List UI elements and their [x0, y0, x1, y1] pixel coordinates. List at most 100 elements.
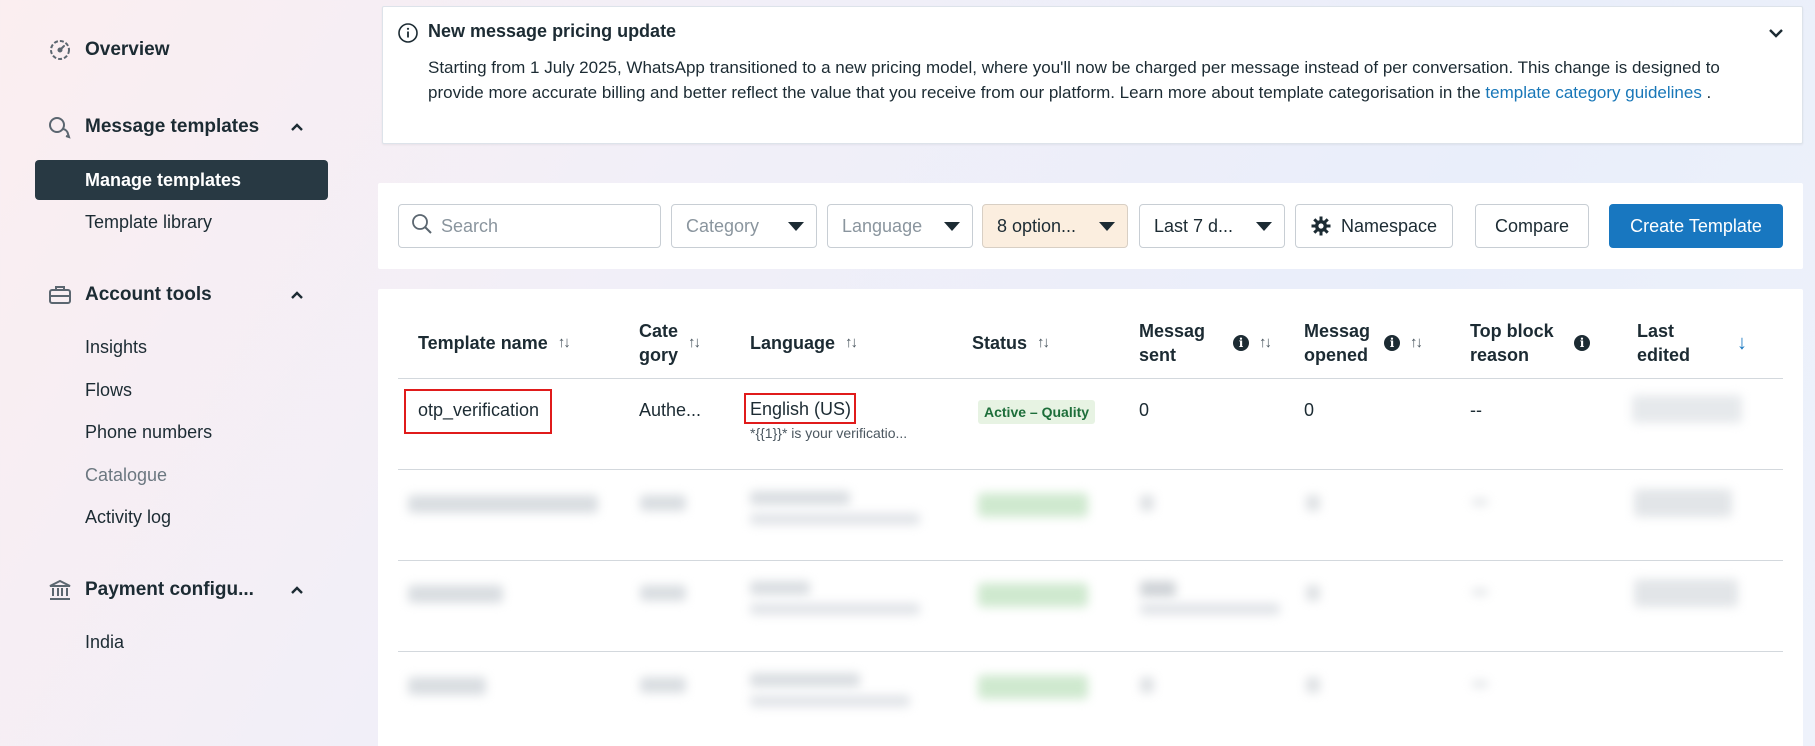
blurred-cell — [1306, 677, 1320, 693]
language-dropdown-label: Language — [842, 215, 923, 236]
date-range-dropdown[interactable]: Last 7 d... — [1139, 204, 1285, 248]
col-category[interactable]: Cate gory ↑↓ — [639, 319, 701, 367]
info-icon — [397, 22, 419, 44]
col-messages-opened-label: Messag opened — [1304, 319, 1370, 367]
template-name-cell[interactable]: otp_verification — [418, 400, 539, 421]
chevron-up-icon[interactable] — [287, 285, 307, 305]
pricing-update-banner: New message pricing update Starting from… — [382, 6, 1803, 144]
sort-icon[interactable]: ↑↓ — [558, 331, 571, 355]
sort-icon[interactable]: ↑↓ — [688, 331, 701, 355]
col-messages-opened[interactable]: Messag opened i ↑↓ — [1304, 319, 1423, 367]
col-top-block-reason-label-line1: Top block — [1470, 321, 1554, 341]
sidebar-item-catalogue-label: Catalogue — [85, 464, 168, 485]
messages-sent-cell: 0 — [1139, 400, 1150, 420]
compare-label: Compare — [1494, 215, 1570, 236]
blurred-cell — [978, 675, 1088, 699]
blurred-cell — [978, 583, 1088, 607]
col-category-label: Cate gory — [639, 319, 678, 367]
date-range-label: Last 7 d... — [1154, 215, 1234, 236]
info-icon[interactable]: i — [1574, 335, 1590, 351]
col-top-block-reason[interactable]: Top block reason i — [1470, 319, 1590, 367]
nav-account-tools[interactable]: Account tools — [47, 279, 307, 311]
blurred-cell — [408, 585, 503, 603]
caret-down-icon — [788, 222, 804, 231]
col-top-block-reason-label-line2: reason — [1470, 345, 1530, 365]
header-divider — [398, 378, 1783, 379]
nav-payment-config[interactable]: Payment configu... — [47, 574, 307, 606]
nav-overview-label: Overview — [85, 39, 170, 60]
sort-icon[interactable]: ↑↓ — [1037, 331, 1050, 355]
col-language[interactable]: Language ↑↓ — [750, 331, 858, 355]
sidebar-item-activity-log-label: Activity log — [85, 506, 172, 527]
banner-text-end: . — [1701, 83, 1712, 102]
sidebar-item-catalogue[interactable]: Catalogue — [85, 460, 167, 490]
sidebar-item-flows[interactable]: Flows — [85, 375, 132, 405]
sort-icon[interactable]: ↑↓ — [1259, 331, 1272, 355]
blurred-cell — [640, 585, 686, 601]
sidebar-item-insights[interactable]: Insights — [85, 332, 147, 362]
col-messages-sent-label: Messag sent — [1139, 319, 1219, 367]
blurred-cell — [1306, 585, 1320, 601]
nav-message-templates[interactable]: Message templates — [47, 111, 307, 143]
col-status[interactable]: Status ↑↓ — [972, 331, 1050, 355]
col-template-name[interactable]: Template name ↑↓ — [418, 331, 571, 355]
language-dropdown[interactable]: Language — [827, 204, 973, 248]
blurred-cell — [750, 603, 920, 615]
col-category-label-line2: gory — [639, 345, 679, 365]
chat-bubbles-icon — [47, 114, 73, 140]
sort-icon[interactable]: ↑↓ — [845, 331, 858, 355]
caret-down-icon — [944, 222, 960, 231]
sort-icon[interactable]: ↑↓ — [1410, 331, 1423, 355]
col-last-edited-label-line1: Last — [1637, 321, 1675, 341]
sidebar-item-template-library-label: Template library — [85, 211, 213, 232]
nav-overview[interactable]: Overview — [47, 34, 307, 66]
sidebar-item-template-library[interactable]: Template library — [85, 207, 212, 237]
search-input[interactable] — [441, 215, 651, 237]
sidebar-item-manage-templates-label: Manage templates — [85, 169, 242, 190]
blurred-cell — [1472, 589, 1488, 595]
sidebar-item-activity-log[interactable]: Activity log — [85, 502, 171, 532]
search-icon — [411, 213, 433, 240]
blurred-cell — [1140, 581, 1176, 597]
arrow-down-icon[interactable]: ↓ — [1737, 331, 1747, 355]
col-messages-sent[interactable]: Messag sent i ↑↓ — [1139, 319, 1272, 367]
row-divider — [398, 651, 1783, 652]
category-dropdown-label: Category — [686, 215, 760, 236]
sidebar-item-manage-templates[interactable]: Manage templates — [35, 160, 328, 200]
blurred-cell — [1634, 489, 1732, 517]
chevron-up-icon[interactable] — [287, 117, 307, 137]
blurred-cell — [750, 491, 850, 505]
category-dropdown[interactable]: Category — [671, 204, 817, 248]
sidebar-item-india-label: India — [85, 631, 125, 652]
nav-payment-config-label: Payment configu... — [85, 579, 254, 600]
sidebar-item-phone-numbers[interactable]: Phone numbers — [85, 417, 212, 447]
caret-down-icon — [1256, 222, 1272, 231]
sidebar-item-india[interactable]: India — [85, 627, 124, 657]
namespace-label: Namespace — [1340, 215, 1438, 236]
info-icon[interactable]: i — [1384, 335, 1400, 351]
create-template-button[interactable]: Create Template — [1609, 204, 1783, 248]
template-category-guidelines-link[interactable]: template category guidelines — [1485, 83, 1701, 102]
template-preview: *{{1}}* is your verificatio... — [750, 425, 908, 441]
info-icon[interactable]: i — [1233, 335, 1249, 351]
status-options-dropdown[interactable]: 8 option... — [982, 204, 1128, 248]
col-status-label: Status — [972, 333, 1028, 353]
blurred-cell — [408, 677, 486, 695]
blurred-cell — [408, 495, 598, 513]
language-cell: English (US) — [750, 399, 852, 419]
blurred-cell — [1472, 681, 1488, 687]
create-template-label: Create Template — [1630, 215, 1762, 236]
col-template-name-label: Template name — [418, 333, 548, 353]
blurred-cell — [1306, 495, 1320, 511]
chevron-down-icon[interactable] — [1764, 21, 1788, 45]
col-category-label-line1: Cate — [639, 321, 679, 341]
compare-button[interactable]: Compare — [1475, 204, 1589, 248]
blurred-cell — [1472, 499, 1488, 505]
blurred-cell — [750, 513, 920, 525]
search-box[interactable] — [398, 204, 661, 248]
row-divider — [398, 469, 1783, 470]
col-last-edited[interactable]: Last edited ↓ — [1637, 319, 1747, 367]
blurred-cell — [750, 695, 910, 707]
chevron-up-icon[interactable] — [287, 580, 307, 600]
namespace-button[interactable]: Namespace — [1295, 204, 1453, 248]
